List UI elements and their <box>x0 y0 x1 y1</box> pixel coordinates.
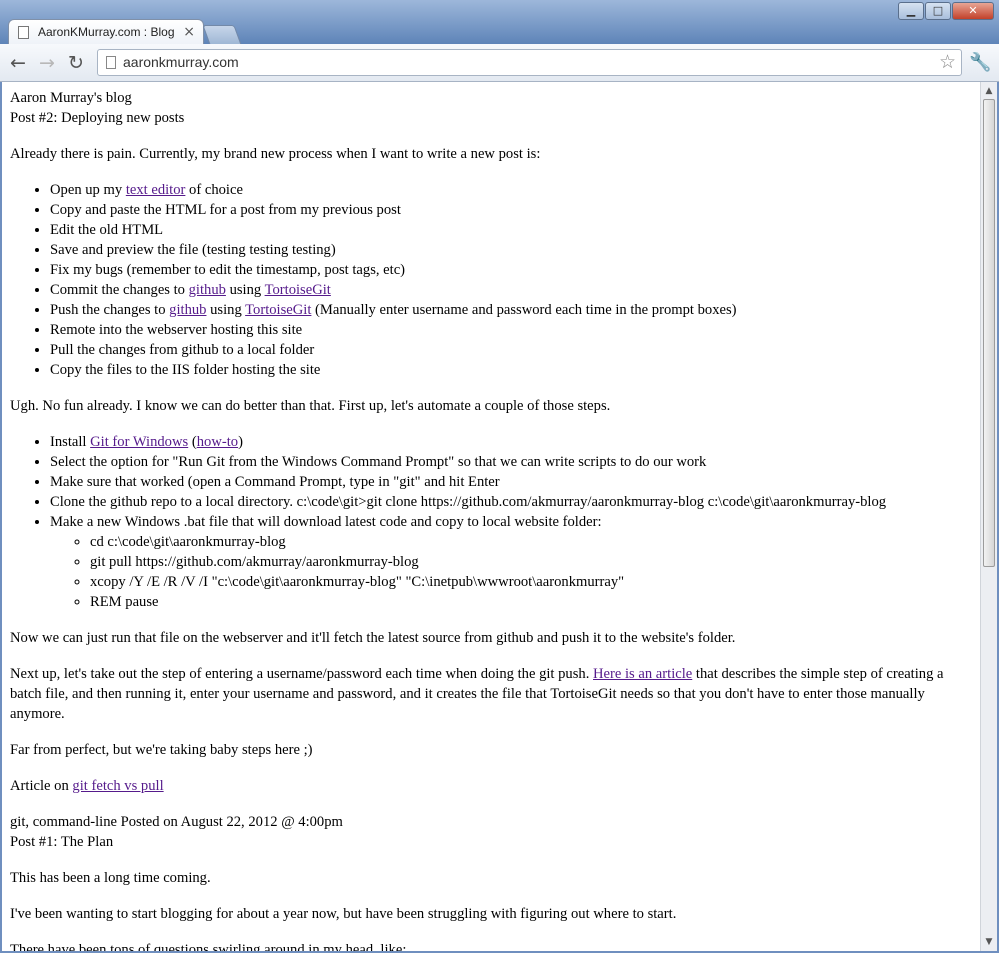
browser-window: AaronKMurray.com : Blog × ▁ □ ✕ ← → ↻ aa… <box>0 0 999 953</box>
list-item: Open up my text editor of choice <box>50 180 972 200</box>
paragraph: There have been tons of questions swirli… <box>10 942 407 951</box>
list-item: Save and preview the file (testing testi… <box>50 240 972 260</box>
post-meta: git, command-line Posted on August 22, 2… <box>10 814 343 830</box>
page-icon <box>106 56 116 69</box>
list-item: Push the changes to github using Tortois… <box>50 300 972 320</box>
text: Next up, let's take out the step of ente… <box>10 666 593 682</box>
text: of choice <box>185 182 243 198</box>
git-for-windows-link[interactable]: Git for Windows <box>90 434 188 450</box>
blog-content: Aaron Murray's blog Post #2: Deploying n… <box>2 82 980 951</box>
close-window-button[interactable]: ✕ <box>952 2 994 20</box>
tortoisegit-link[interactable]: TortoiseGit <box>265 282 331 298</box>
new-tab-button[interactable] <box>202 25 242 45</box>
scroll-up-arrow-icon[interactable]: ▲ <box>983 84 995 98</box>
text: Commit the changes to <box>50 282 189 298</box>
browser-toolbar: ← → ↻ aaronkmurray.com ☆ 🔧 <box>0 44 999 82</box>
post-intro: Already there is pain. Currently, my bra… <box>10 146 541 162</box>
tortoisegit-link[interactable]: TortoiseGit <box>245 302 311 318</box>
article-link[interactable]: Here is an article <box>593 666 692 682</box>
list-item: Clone the github repo to a local directo… <box>50 492 972 512</box>
github-link[interactable]: github <box>189 282 226 298</box>
how-to-link[interactable]: how-to <box>197 434 238 450</box>
github-link[interactable]: github <box>169 302 206 318</box>
text-editor-link[interactable]: text editor <box>126 182 186 198</box>
list-item: xcopy /Y /E /R /V /I "c:\code\git\aaronk… <box>90 572 972 592</box>
list-item: Edit the old HTML <box>50 220 972 240</box>
list-item: Fix my bugs (remember to edit the timest… <box>50 260 972 280</box>
paragraph: Now we can just run that file on the web… <box>10 630 736 646</box>
list-item: Make sure that worked (open a Command Pr… <box>50 472 972 492</box>
list-item: Make a new Windows .bat file that will d… <box>50 512 972 612</box>
text: using <box>206 302 246 318</box>
paragraph: I've been wanting to start blogging for … <box>10 906 677 922</box>
wrench-icon[interactable]: 🔧 <box>969 52 991 73</box>
title-bar: AaronKMurray.com : Blog × ▁ □ ✕ <box>0 0 999 45</box>
process-list: Open up my text editor of choice Copy an… <box>10 180 972 380</box>
post-title: Post #1: The Plan <box>10 834 114 850</box>
text: using <box>225 282 265 298</box>
page-icon <box>18 26 29 39</box>
list-item: cd c:\code\git\aaronkmurray-blog <box>90 532 972 552</box>
text: Make a new Windows .bat file that will d… <box>50 514 602 530</box>
site-title: Aaron Murray's blog <box>10 90 132 106</box>
back-arrow-icon[interactable]: ← <box>10 52 26 74</box>
reload-icon[interactable]: ↻ <box>68 52 84 74</box>
text: Push the changes to <box>50 302 170 318</box>
list-item: git pull https://github.com/akmurray/aar… <box>90 552 972 572</box>
paragraph: This has been a long time coming. <box>10 870 211 886</box>
list-item: Install Git for Windows (how-to) <box>50 432 972 452</box>
url-text[interactable]: aaronkmurray.com <box>123 54 239 70</box>
forward-arrow-icon[interactable]: → <box>39 52 55 74</box>
text: (Manually enter username and password ea… <box>311 302 737 318</box>
text: Install <box>50 434 91 450</box>
text: Open up my <box>50 182 126 198</box>
paragraph: Article on git fetch vs pull <box>10 776 972 796</box>
bat-commands-list: cd c:\code\git\aaronkmurray-blog git pul… <box>50 532 972 612</box>
minimize-button[interactable]: ▁ <box>898 2 924 20</box>
tab-title: AaronKMurray.com : Blog <box>38 25 175 39</box>
list-item: Copy the files to the IIS folder hosting… <box>50 360 972 380</box>
page-viewport: Aaron Murray's blog Post #2: Deploying n… <box>2 82 980 951</box>
tab-close-icon[interactable]: × <box>183 24 195 40</box>
automation-list: Install Git for Windows (how-to) Select … <box>10 432 972 612</box>
bookmark-star-icon[interactable]: ☆ <box>939 51 956 73</box>
text: Article on <box>10 778 73 794</box>
scrollbar-thumb[interactable] <box>983 99 995 567</box>
text: ) <box>238 434 243 450</box>
list-item: Commit the changes to github using Torto… <box>50 280 972 300</box>
paragraph: Ugh. No fun already. I know we can do be… <box>10 398 611 414</box>
vertical-scrollbar[interactable]: ▲ ▼ <box>980 82 997 951</box>
list-item: Copy and paste the HTML for a post from … <box>50 200 972 220</box>
list-item: Pull the changes from github to a local … <box>50 340 972 360</box>
paragraph: Far from perfect, but we're taking baby … <box>10 742 313 758</box>
scroll-down-arrow-icon[interactable]: ▼ <box>983 935 995 949</box>
git-fetch-vs-pull-link[interactable]: git fetch vs pull <box>72 778 163 794</box>
list-item: Remote into the webserver hosting this s… <box>50 320 972 340</box>
post-title: Post #2: Deploying new posts <box>10 110 185 126</box>
text: ( <box>188 434 197 450</box>
maximize-button[interactable]: □ <box>925 2 951 20</box>
paragraph: Next up, let's take out the step of ente… <box>10 664 972 724</box>
list-item: REM pause <box>90 592 972 612</box>
tab-aaronkmurray-blog[interactable]: AaronKMurray.com : Blog × <box>8 19 204 45</box>
list-item: Select the option for "Run Git from the … <box>50 452 972 472</box>
address-bar[interactable]: aaronkmurray.com ☆ <box>97 49 962 76</box>
